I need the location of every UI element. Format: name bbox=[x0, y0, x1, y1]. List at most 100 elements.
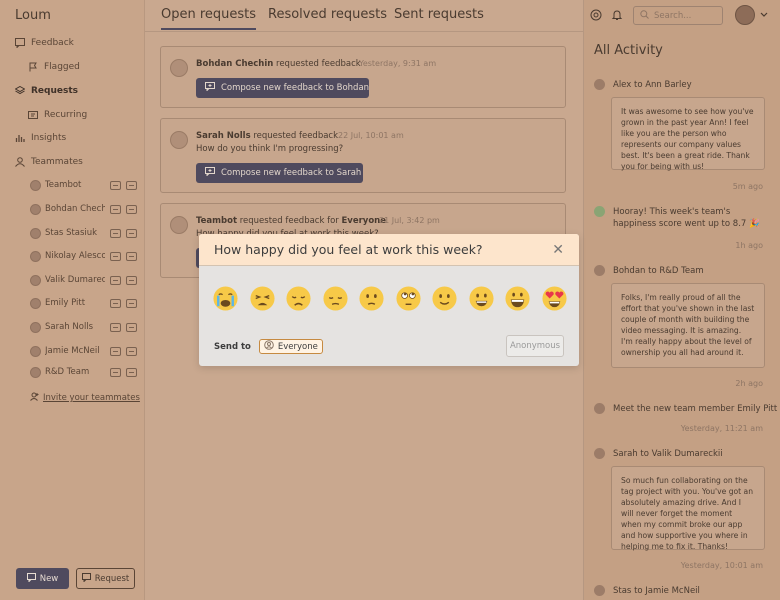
avatar bbox=[30, 179, 41, 191]
give-feedback-icon[interactable] bbox=[110, 251, 121, 261]
request-time: 21 Jul, 3:42 pm bbox=[379, 216, 440, 225]
avatar bbox=[170, 216, 188, 234]
requester-name: Sarah Nolls bbox=[196, 131, 251, 141]
avatar bbox=[30, 321, 41, 333]
disappointed-emoji-icon[interactable] bbox=[285, 285, 312, 312]
teammate-item[interactable]: Emily Pitt bbox=[30, 296, 142, 310]
nav-requests[interactable]: Requests bbox=[15, 86, 78, 96]
tab-sent-requests[interactable]: Sent requests bbox=[394, 7, 484, 22]
tab-open-requests[interactable]: Open requests bbox=[161, 7, 257, 30]
nav-recurring[interactable]: Recurring bbox=[28, 110, 87, 120]
compose-icon bbox=[26, 572, 36, 585]
activity-item-header: Hooray! This week's team's happiness sco… bbox=[594, 206, 774, 230]
request-feedback-icon[interactable] bbox=[126, 322, 137, 332]
request-feedback-icon[interactable] bbox=[126, 228, 137, 238]
big-grin-emoji-icon[interactable] bbox=[504, 285, 531, 312]
give-feedback-icon[interactable] bbox=[110, 322, 121, 332]
nav-feedback[interactable]: Feedback bbox=[15, 38, 74, 48]
heart-eyes-emoji-icon[interactable] bbox=[541, 285, 568, 312]
recurring-icon bbox=[28, 110, 38, 120]
app-logo: Loum bbox=[15, 8, 51, 23]
avatar bbox=[170, 131, 188, 149]
compose-icon bbox=[205, 167, 215, 179]
nav-flagged[interactable]: Flagged bbox=[28, 62, 80, 72]
avatar bbox=[594, 448, 605, 459]
bell-icon[interactable] bbox=[611, 9, 623, 21]
chevron-down-icon[interactable] bbox=[760, 11, 768, 21]
help-icon[interactable] bbox=[590, 9, 602, 21]
user-avatar[interactable] bbox=[735, 5, 755, 25]
teammate-item[interactable]: Nikolay Alescovich bbox=[30, 249, 142, 263]
teammate-item[interactable]: Jamie McNeil bbox=[30, 344, 142, 358]
teammate-item[interactable]: Stas Stasiuk bbox=[30, 226, 142, 240]
score-icon bbox=[594, 206, 605, 217]
tab-resolved-requests[interactable]: Resolved requests bbox=[268, 7, 387, 22]
activity-item-header: Sarah to Valik Dumareckii bbox=[594, 448, 774, 459]
request-time: Yesterday, 9:31 am bbox=[359, 59, 437, 68]
request-feedback-icon[interactable] bbox=[126, 346, 137, 356]
request-feedback-icon[interactable] bbox=[126, 275, 137, 285]
happiness-survey-modal: How happy did you feel at work this week… bbox=[199, 234, 579, 366]
slightly-frowning-emoji-icon[interactable] bbox=[358, 285, 385, 312]
request-feedback-icon[interactable] bbox=[126, 367, 137, 377]
avatar bbox=[30, 274, 41, 286]
give-feedback-icon[interactable] bbox=[110, 346, 121, 356]
weary-emoji-icon[interactable] bbox=[249, 285, 276, 312]
modal-title: How happy did you feel at work this week… bbox=[214, 242, 483, 257]
teammates-icon bbox=[15, 157, 25, 167]
send-to-row: Send to Everyone bbox=[214, 339, 323, 354]
avatar bbox=[170, 59, 188, 77]
give-feedback-icon[interactable] bbox=[110, 180, 121, 190]
avatar bbox=[30, 366, 41, 378]
activity-message: It was awesome to see how you've grown i… bbox=[611, 97, 765, 171]
grinning-emoji-icon[interactable] bbox=[468, 285, 495, 312]
request-question: How do you think I'm progressing? bbox=[196, 144, 344, 154]
give-feedback-icon[interactable] bbox=[110, 228, 121, 238]
sidebar: Loum Feedback Flagged Requests Recurring… bbox=[0, 0, 145, 600]
give-feedback-icon[interactable] bbox=[110, 367, 121, 377]
give-feedback-icon[interactable] bbox=[110, 275, 121, 285]
add-user-icon bbox=[30, 392, 39, 404]
new-feedback-button[interactable]: New bbox=[16, 568, 69, 589]
avatar bbox=[30, 345, 41, 357]
rolling-eyes-emoji-icon[interactable] bbox=[395, 285, 422, 312]
invite-teammates-link[interactable]: Invite your teammates bbox=[30, 392, 140, 404]
activity-time: 1h ago bbox=[735, 241, 763, 250]
request-feedback-icon[interactable] bbox=[126, 298, 137, 308]
compose-feedback-button[interactable]: Compose new feedback to Sarah bbox=[196, 163, 363, 183]
anonymous-button[interactable]: Anonymous bbox=[506, 335, 564, 357]
teammate-item[interactable]: R&D Team bbox=[30, 365, 142, 379]
activity-title: All Activity bbox=[594, 43, 663, 58]
request-feedback-icon[interactable] bbox=[126, 180, 137, 190]
search-input[interactable]: Search... bbox=[633, 6, 723, 25]
compose-icon bbox=[205, 82, 215, 94]
nav-insights[interactable]: Insights bbox=[15, 133, 66, 143]
activity-message: Folks, I'm really proud of all the effor… bbox=[611, 283, 765, 368]
nav-teammates[interactable]: Teammates bbox=[15, 157, 83, 167]
request-feedback-button[interactable]: Request bbox=[76, 568, 135, 589]
crying-emoji-icon[interactable] bbox=[212, 285, 239, 312]
teammate-item[interactable]: Bohdan Chechin bbox=[30, 202, 142, 216]
give-feedback-icon[interactable] bbox=[110, 298, 121, 308]
activity-message: So much fun collaborating on the tag pro… bbox=[611, 466, 765, 551]
teammate-item[interactable]: Valik Dumareckii bbox=[30, 273, 142, 287]
avatar bbox=[594, 403, 605, 414]
activity-time: 5m ago bbox=[732, 182, 763, 191]
close-icon[interactable]: ✕ bbox=[552, 243, 564, 257]
teammate-item[interactable]: Sarah Nolls bbox=[30, 320, 142, 334]
avatar bbox=[30, 297, 41, 309]
request-feedback-icon[interactable] bbox=[126, 204, 137, 214]
compose-feedback-button[interactable]: Compose new feedback to Bohdan bbox=[196, 78, 369, 98]
avatar bbox=[594, 265, 605, 276]
requests-icon bbox=[15, 86, 25, 96]
modal-header: How happy did you feel at work this week… bbox=[199, 234, 579, 266]
request-feedback-icon[interactable] bbox=[126, 251, 137, 261]
recipient-chip[interactable]: Everyone bbox=[258, 339, 323, 354]
pensive-emoji-icon[interactable] bbox=[322, 285, 349, 312]
avatar bbox=[594, 585, 605, 596]
give-feedback-icon[interactable] bbox=[110, 204, 121, 214]
activity-item-header: Meet the new team member Emily Pitt 👋 bbox=[594, 403, 780, 414]
request-card: Sarah Nolls requested feedback 22 Jul, 1… bbox=[160, 118, 566, 193]
teammate-item[interactable]: Teambot bbox=[30, 178, 142, 192]
slightly-smiling-emoji-icon[interactable] bbox=[431, 285, 458, 312]
